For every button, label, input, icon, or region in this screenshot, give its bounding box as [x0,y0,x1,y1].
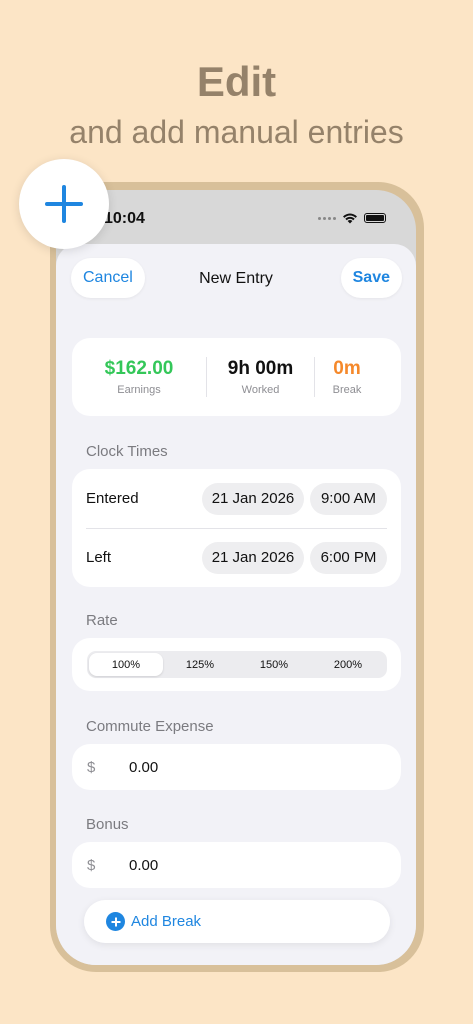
status-icons [318,212,386,224]
add-break-label: Add Break [131,913,202,930]
earnings-stat: $162.00 Earnings [72,358,206,396]
wifi-icon [343,213,357,224]
rate-label: Rate [86,612,118,629]
commute-expense-input[interactable] [129,758,329,776]
save-button[interactable]: Save [340,258,402,298]
rate-option-150[interactable]: 150% [237,653,311,676]
plus-icon[interactable] [19,159,109,249]
promo-subheadline: and add manual entries [69,114,404,150]
plus-circle-icon [106,912,125,931]
commute-expense-label: Commute Expense [86,718,214,735]
entered-date-picker[interactable]: 21 Jan 2026 [202,482,304,515]
summary-card: $162.00 Earnings 9h 00m Worked 0m Break [72,338,401,416]
break-value: 0m [333,358,361,379]
worked-stat: 9h 00m Worked [207,358,314,396]
phone-screen: 10:04 Cancel New Entry Save $162.00 Earn… [56,190,416,965]
bonus-label: Bonus [86,816,129,833]
entered-row: Entered 21 Jan 2026 9:00 AM [72,469,401,528]
commute-expense-field: $ [72,744,401,790]
clock-times-label: Clock Times [86,443,168,460]
rate-option-200[interactable]: 200% [311,653,385,676]
break-label: Break [332,384,362,396]
earnings-label: Earnings [117,384,161,396]
clock-times-card: Entered 21 Jan 2026 9:00 AM Left 21 Jan … [72,469,401,587]
rate-option-125[interactable]: 125% [163,653,237,676]
new-entry-sheet: Cancel New Entry Save $162.00 Earnings 9… [56,244,416,965]
entered-label: Entered [86,490,139,507]
currency-symbol: $ [87,758,96,776]
left-date-picker[interactable]: 21 Jan 2026 [202,541,304,574]
earnings-value: $162.00 [104,358,174,379]
left-row: Left 21 Jan 2026 6:00 PM [72,528,401,587]
promo-headline: Edit [196,58,277,105]
status-time: 10:04 [104,210,145,227]
rate-option-100[interactable]: 100% [89,653,163,676]
bonus-field: $ [72,842,401,888]
currency-symbol: $ [87,856,96,874]
bonus-input[interactable] [129,856,329,874]
left-time-picker[interactable]: 6:00 PM [310,541,387,574]
worked-label: Worked [241,384,280,396]
add-break-button[interactable]: Add Break [84,900,390,943]
entered-time-picker[interactable]: 9:00 AM [310,482,387,515]
left-label: Left [86,549,112,566]
signal-icon [318,216,336,220]
battery-icon [364,213,386,223]
break-stat: 0m Break [315,358,379,396]
rate-card: 100% 125% 150% 200% [72,638,401,691]
rate-segmented-control: 100% 125% 150% 200% [87,651,387,678]
worked-value: 9h 00m [227,358,294,379]
